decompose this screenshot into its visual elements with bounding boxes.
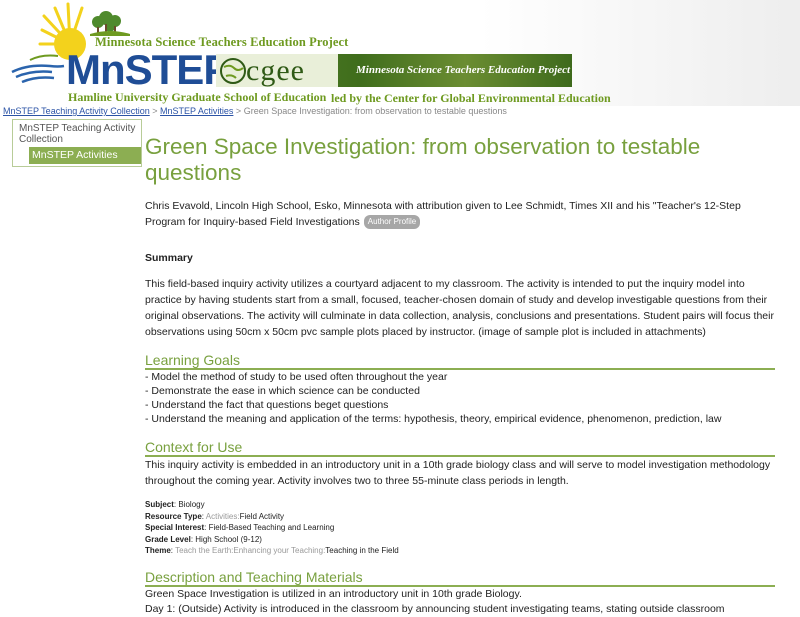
cgee-tagline: Minnesota Science Teachers Education Pro… — [356, 64, 571, 76]
meta-value[interactable]: Teaching in the Field — [325, 546, 398, 555]
resource-metadata: Subject: Biology Resource Type: Activiti… — [145, 499, 775, 557]
sidebar-nav: MnSTEP Teaching Activity Collection MnST… — [12, 119, 142, 167]
breadcrumb-link-activities[interactable]: MnSTEP Activities — [160, 106, 233, 116]
breadcrumb-link-collection[interactable]: MnSTEP Teaching Activity Collection — [3, 106, 150, 116]
meta-value[interactable]: Field Activity — [240, 512, 284, 521]
meta-label: Resource Type — [145, 511, 202, 521]
author-profile-button[interactable]: Author Profile — [363, 215, 421, 229]
cgee-logo-box: cgee — [216, 54, 338, 87]
summary-text: This field-based inquiry activity utiliz… — [145, 278, 774, 338]
meta-value[interactable]: High School (9-12) — [195, 535, 262, 544]
globe-icon — [220, 58, 246, 84]
list-item: - Understand the meaning and application… — [145, 413, 722, 425]
meta-prefix[interactable]: Teach the Earth:Enhancing your Teaching: — [175, 546, 325, 555]
sidebar-item-activities[interactable]: MnSTEP Activities — [29, 147, 141, 164]
breadcrumb-current: Green Space Investigation: from observat… — [243, 106, 507, 116]
learning-goals-heading: Learning Goals — [145, 352, 775, 370]
site-banner: Minnesota Science Teachers Education Pro… — [0, 0, 800, 106]
meta-label: Subject — [145, 500, 174, 509]
meta-label: Special Interest — [145, 523, 205, 532]
list-item: - Demonstrate the ease in which science … — [145, 385, 420, 397]
paragraph: Day 1: (Outside) Activity is introduced … — [145, 602, 725, 615]
meta-grade-level: Grade Level: High School (9-12) — [145, 534, 262, 544]
hamline-caption: Hamline University Graduate School of Ed… — [68, 90, 327, 104]
breadcrumb-separator: > — [235, 106, 242, 116]
context-heading: Context for Use — [145, 439, 775, 457]
meta-value[interactable]: Biology — [178, 500, 204, 509]
description-text: Green Space Investigation is utilized in… — [145, 587, 775, 617]
mnstep-wordmark[interactable]: MnSTEP — [66, 46, 231, 94]
author-line: Chris Evavold, Lincoln High School, Esko… — [145, 198, 775, 230]
paragraph: Green Space Investigation is utilized in… — [145, 587, 522, 600]
meta-label: Grade Level — [145, 534, 191, 544]
meta-value[interactable]: Field-Based Teaching and Learning — [209, 523, 335, 532]
meta-subject: Subject: Biology — [145, 500, 205, 509]
breadcrumb: MnSTEP Teaching Activity Collection > Mn… — [3, 106, 507, 116]
learning-goals-list: - Model the method of study to be used o… — [145, 370, 775, 426]
breadcrumb-separator: > — [152, 106, 158, 116]
cgee-banner[interactable]: cgee Minnesota Science Teachers Educatio… — [216, 54, 572, 87]
main-content: Green Space Investigation: from observat… — [145, 134, 775, 617]
list-item: - Model the method of study to be used o… — [145, 371, 448, 383]
cgee-led-by: led by the Center for Global Environment… — [331, 91, 611, 105]
cgee-wordmark: cgee — [246, 54, 305, 87]
sidebar-item-collection[interactable]: MnSTEP Teaching Activity Collection — [19, 123, 137, 145]
description-heading: Description and Teaching Materials — [145, 569, 775, 587]
context-text: This inquiry activity is embedded in an … — [145, 459, 771, 487]
summary-heading: Summary — [145, 252, 193, 264]
meta-special-interest: Special Interest: Field-Based Teaching a… — [145, 523, 335, 532]
meta-resource-type: Resource Type: Activities:Field Activity — [145, 511, 285, 521]
list-item: - Understand the fact that questions beg… — [145, 399, 389, 411]
meta-prefix[interactable]: Activities: — [206, 512, 240, 521]
meta-theme: Theme: Teach the Earth:Enhancing your Te… — [145, 546, 399, 555]
page-title: Green Space Investigation: from observat… — [145, 134, 701, 185]
meta-label: Theme — [145, 546, 171, 555]
author-text: Chris Evavold, Lincoln High School, Esko… — [145, 200, 741, 228]
